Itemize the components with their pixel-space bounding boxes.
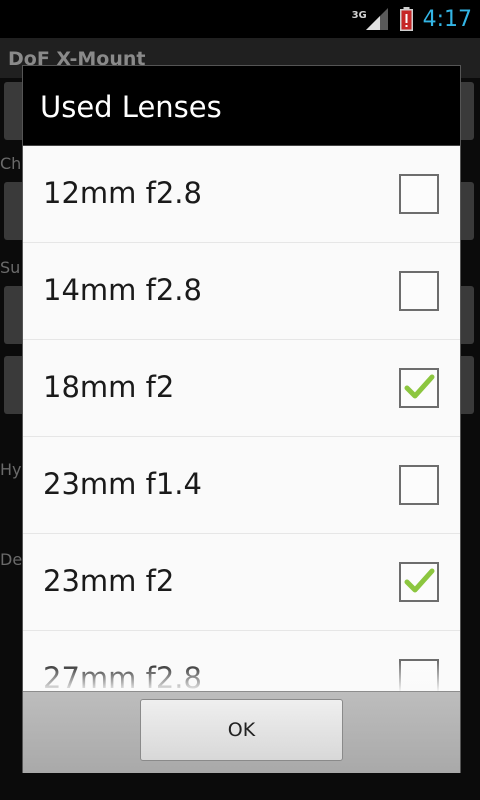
lens-row-23mm-f2[interactable]: 23mm f2 [23,534,460,631]
dialog-button-bar: OK [23,691,460,773]
lens-row-18mm-f2[interactable]: 18mm f2 [23,340,460,437]
battery-alert-icon [399,7,413,31]
lens-checkbox-checked[interactable] [399,368,439,408]
lens-row-23mm-f1-4[interactable]: 23mm f1.4 [23,437,460,534]
lens-label: 23mm f2 [43,564,175,598]
used-lenses-dialog: Used Lenses 12mm f2.8 14mm f2.8 18mm f2 … [22,65,461,773]
lens-checkbox-unchecked[interactable] [399,271,439,311]
ok-button[interactable]: OK [140,699,343,761]
lens-row-12mm-f2-8[interactable]: 12mm f2.8 [23,146,460,243]
bg-label-2: Su [0,258,21,277]
lens-checkbox-unchecked[interactable] [399,659,439,691]
lens-checkbox-unchecked[interactable] [399,174,439,214]
lens-checkbox-unchecked[interactable] [399,465,439,505]
dialog-title: Used Lenses [40,90,222,124]
signal-icon: 3G [352,6,390,32]
lens-label: 14mm f2.8 [43,273,202,307]
network-type-label: 3G [351,10,367,21]
bg-label-1: Ch [0,154,22,173]
status-bar: 3G 4:17 [0,0,480,38]
lens-label: 23mm f1.4 [43,467,202,501]
status-icons: 3G 4:17 [352,0,472,38]
lens-row-27mm-f2-8[interactable]: 27mm f2.8 [23,631,460,691]
lens-label: 12mm f2.8 [43,176,202,210]
lens-checkbox-checked[interactable] [399,562,439,602]
bg-label-3: Hy [0,460,22,479]
bg-label-4: De [0,550,23,569]
checkmark-icon [404,374,435,399]
checkmark-icon [404,568,435,593]
dialog-header: Used Lenses [23,66,460,145]
lens-list[interactable]: 12mm f2.8 14mm f2.8 18mm f2 23mm f1.4 23… [23,146,460,691]
lens-label: 27mm f2.8 [43,661,202,691]
clock: 4:17 [422,6,472,32]
lens-row-14mm-f2-8[interactable]: 14mm f2.8 [23,243,460,340]
lens-label: 18mm f2 [43,370,175,404]
